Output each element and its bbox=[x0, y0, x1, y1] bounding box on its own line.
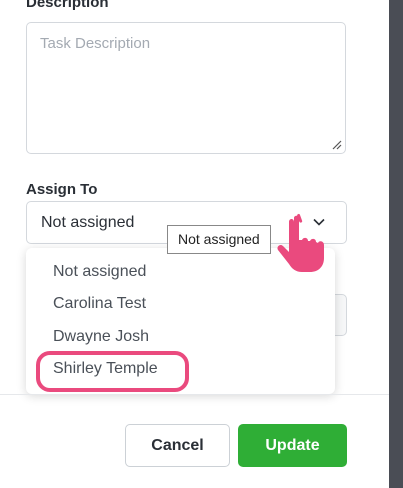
overlay-edge bbox=[389, 0, 403, 488]
description-placeholder: Task Description bbox=[40, 35, 151, 52]
resize-grip-icon[interactable] bbox=[332, 140, 342, 150]
assign-to-selected-value: Not assigned bbox=[41, 214, 135, 231]
description-label: Description bbox=[26, 0, 109, 11]
edit-task-panel: Description Task Description Assign To N… bbox=[0, 0, 403, 488]
footer-divider bbox=[0, 394, 389, 395]
cancel-button[interactable]: Cancel bbox=[125, 424, 230, 467]
description-textarea[interactable]: Task Description bbox=[26, 22, 346, 154]
assign-to-label: Assign To bbox=[26, 181, 98, 198]
update-button[interactable]: Update bbox=[238, 424, 347, 467]
dropdown-option[interactable]: Carolina Test bbox=[53, 295, 146, 313]
dropdown-option[interactable]: Dwayne Josh bbox=[53, 328, 149, 346]
hand-pointer-icon bbox=[277, 213, 324, 272]
highlight-annotation bbox=[36, 351, 189, 392]
tooltip: Not assigned bbox=[167, 225, 271, 254]
dropdown-option[interactable]: Not assigned bbox=[53, 263, 146, 281]
